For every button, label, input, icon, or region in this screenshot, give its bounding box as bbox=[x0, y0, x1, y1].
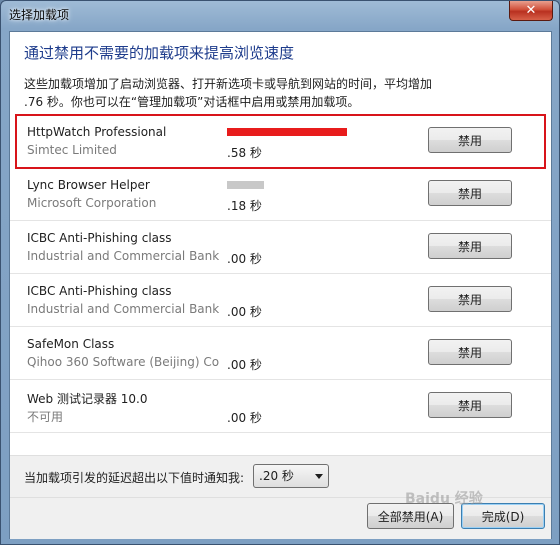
addon-row[interactable]: Lync Browser Helper Microsoft Corporatio… bbox=[10, 168, 551, 221]
load-time: .00 秒 bbox=[227, 358, 262, 372]
disable-button[interactable]: 禁用 bbox=[428, 339, 512, 365]
addon-publisher: Qihoo 360 Software (Beijing) Company bbox=[27, 355, 219, 369]
addon-publisher: Simtec Limited bbox=[27, 143, 117, 157]
close-icon: ✕ bbox=[525, 3, 537, 18]
disable-button[interactable]: 禁用 bbox=[428, 127, 512, 153]
addon-name: ICBC Anti-Phishing class bbox=[27, 284, 172, 298]
chevron-down-icon bbox=[315, 474, 323, 479]
addon-row[interactable]: HttpWatch Professional Simtec Limited .5… bbox=[15, 114, 546, 169]
addon-publisher: Industrial and Commercial Bank of China bbox=[27, 249, 219, 263]
load-time: .00 秒 bbox=[227, 411, 262, 425]
description-line-1: 这些加载项增加了启动浏览器、打开新选项卡或导航到网站的时间，平均增加 bbox=[24, 77, 433, 91]
title-bar[interactable]: 选择加载项 ✕ bbox=[1, 1, 559, 29]
addon-list: HttpWatch Professional Simtec Limited .5… bbox=[10, 114, 551, 433]
page-title: 通过禁用不需要的加载项来提高浏览速度 bbox=[24, 44, 295, 62]
description: 这些加载项增加了启动浏览器、打开新选项卡或导航到网站的时间，平均增加 .76 秒… bbox=[24, 75, 544, 111]
dialog-content: 通过禁用不需要的加载项来提高浏览速度 这些加载项增加了启动浏览器、打开新选项卡或… bbox=[9, 31, 552, 539]
addon-name: SafeMon Class bbox=[27, 337, 115, 351]
notify-threshold-label: 当加载项引发的延迟超出以下值时通知我: bbox=[24, 471, 245, 485]
notify-threshold-value: .20 秒 bbox=[259, 469, 294, 483]
dialog-window: 选择加载项 ✕ 通过禁用不需要的加载项来提高浏览速度 这些加载项增加了启动浏览器… bbox=[0, 0, 560, 545]
load-time-bar bbox=[227, 128, 347, 136]
window-title: 选择加载项 bbox=[9, 8, 70, 22]
close-button[interactable]: ✕ bbox=[509, 1, 553, 21]
addon-name: Lync Browser Helper bbox=[27, 178, 150, 192]
load-time-bar bbox=[227, 181, 264, 189]
disable-button[interactable]: 禁用 bbox=[428, 233, 512, 259]
addon-publisher: Industrial and Commercial Bank of China bbox=[27, 302, 219, 316]
load-time: .00 秒 bbox=[227, 252, 262, 266]
addon-row[interactable]: Web 测试记录器 10.0 不可用 .00 秒 禁用 bbox=[10, 380, 551, 433]
addon-name: HttpWatch Professional bbox=[27, 125, 167, 139]
load-time: .58 秒 bbox=[227, 146, 262, 160]
addon-row[interactable]: ICBC Anti-Phishing class Industrial and … bbox=[10, 274, 551, 327]
addon-row[interactable]: ICBC Anti-Phishing class Industrial and … bbox=[10, 221, 551, 274]
load-time: .18 秒 bbox=[227, 199, 262, 213]
disable-button[interactable]: 禁用 bbox=[428, 392, 512, 418]
addon-publisher: Microsoft Corporation bbox=[27, 196, 157, 210]
disable-button[interactable]: 禁用 bbox=[428, 180, 512, 206]
addon-name: Web 测试记录器 10.0 bbox=[27, 392, 148, 406]
watermark: Baidu 经验 bbox=[405, 491, 483, 507]
addon-name: ICBC Anti-Phishing class bbox=[27, 231, 172, 245]
addon-publisher: 不可用 bbox=[27, 410, 64, 424]
description-line-2: .76 秒。你也可以在“管理加载项”对话框中启用或禁用加载项。 bbox=[24, 95, 360, 109]
disable-button[interactable]: 禁用 bbox=[428, 286, 512, 312]
addon-row[interactable]: SafeMon Class Qihoo 360 Software (Beijin… bbox=[10, 327, 551, 380]
notify-threshold-select[interactable]: .20 秒 bbox=[253, 464, 329, 488]
load-time: .00 秒 bbox=[227, 305, 262, 319]
